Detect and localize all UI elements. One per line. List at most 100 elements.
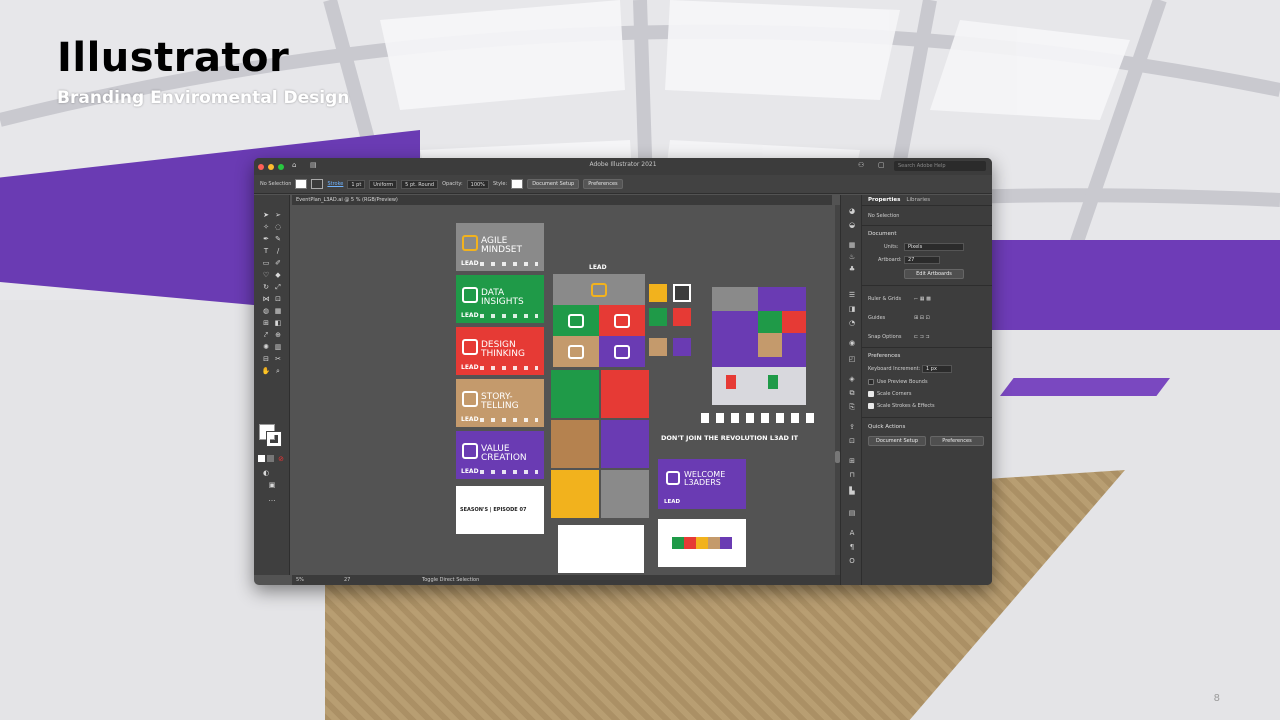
artboards-panel-icon[interactable]: ⧉ <box>847 389 857 397</box>
scale-corners-checkbox[interactable] <box>868 391 874 397</box>
pattern-purple[interactable] <box>601 420 649 468</box>
type-tool-icon[interactable]: T <box>261 247 271 255</box>
character-panel-icon[interactable]: A <box>847 529 857 537</box>
icon-square-agile[interactable] <box>649 284 667 302</box>
variable-width-profile[interactable]: Uniform <box>369 179 398 189</box>
scale-tool-icon[interactable]: ⤢ <box>273 283 283 291</box>
pathfinder-panel-icon[interactable]: ⊓ <box>847 471 857 479</box>
color-panel-icon[interactable]: ◕ <box>847 207 857 215</box>
pen-tool-icon[interactable]: ✒ <box>261 235 271 243</box>
opacity-field[interactable]: 100% <box>466 179 489 189</box>
gradient-panel-icon[interactable]: ◨ <box>847 305 857 313</box>
transform-panel-icon[interactable]: ⊡ <box>847 437 857 445</box>
stroke-weight-field[interactable]: 1 pt <box>347 179 366 189</box>
symbols-panel-icon[interactable]: ♣ <box>847 265 857 273</box>
tile-design[interactable] <box>599 305 645 336</box>
artboard-wall-mockup[interactable] <box>712 287 806 357</box>
tab-libraries[interactable]: Libraries <box>906 197 930 203</box>
graph-tool-icon[interactable]: ▥ <box>273 343 283 351</box>
icon-square-story[interactable] <box>649 338 667 356</box>
paintbrush-tool-icon[interactable]: ✐ <box>273 259 283 267</box>
rulers-toggle-icon[interactable]: ⌐ ▦ ▩ <box>914 296 931 302</box>
artboard-storytelling[interactable]: STORY- TELLING LEAD <box>456 379 544 427</box>
stroke-panel-icon[interactable]: ☰ <box>847 291 857 299</box>
line-tool-icon[interactable]: / <box>273 247 283 255</box>
icon-square-design[interactable] <box>673 308 691 326</box>
stroke-link[interactable]: Stroke <box>327 181 343 187</box>
graphs-panel-icon[interactable]: ▤ <box>847 509 857 517</box>
tile-story[interactable] <box>553 336 599 367</box>
scale-strokes-checkbox[interactable] <box>868 403 874 409</box>
graphic-styles-icon[interactable]: ◰ <box>847 355 857 363</box>
asset-export-icon[interactable]: ⇪ <box>847 423 857 431</box>
tile-agile[interactable] <box>553 274 645 305</box>
pattern-brown[interactable] <box>551 420 599 468</box>
quick-document-setup-button[interactable]: Document Setup <box>868 436 926 446</box>
canvas[interactable]: AGILE MINDSET LEAD DATA INSIGHTS LEAD DE… <box>291 205 834 575</box>
edit-artboards-button[interactable]: Edit Artboards <box>904 269 964 279</box>
artboard-select[interactable]: 27 <box>904 256 940 264</box>
color-mode-icon[interactable] <box>258 455 265 462</box>
guides-toggle-icon[interactable]: ⊞ ⊟ ⊡ <box>914 315 930 321</box>
hand-tool-icon[interactable]: ✋ <box>261 367 271 375</box>
artboard-data-insights[interactable]: DATA INSIGHTS LEAD <box>456 275 544 323</box>
icon-square-value[interactable] <box>673 338 691 356</box>
units-select[interactable]: Pixels <box>904 243 964 251</box>
none-mode-icon[interactable]: ⊘ <box>276 455 286 463</box>
layers-panel-icon[interactable]: ◈ <box>847 375 857 383</box>
document-tab[interactable]: EventPlan_L3AD.ai @ 5 % (RGB/Preview) <box>296 197 398 203</box>
paragraph-panel-icon[interactable]: ¶ <box>847 543 857 551</box>
gradient-tool-icon[interactable]: ◧ <box>273 319 283 327</box>
stroke-color-box[interactable] <box>266 431 282 447</box>
quick-preferences-button[interactable]: Preferences <box>930 436 984 446</box>
swatches-panel-icon[interactable]: ▦ <box>847 241 857 249</box>
align-panel-icon[interactable]: ⊞ <box>847 457 857 465</box>
snap-toggle-icon[interactable]: ⊏ ⊐ ⊐ <box>914 334 930 340</box>
artboard-design-thinking[interactable]: DESIGN THINKING LEAD <box>456 327 544 375</box>
pattern-grey[interactable] <box>601 470 649 518</box>
graphic-style-swatch[interactable] <box>511 179 524 189</box>
eraser-tool-icon[interactable]: ◆ <box>273 271 283 279</box>
pattern-red[interactable] <box>601 370 649 418</box>
icon-square-frame[interactable] <box>673 284 691 302</box>
eyedropper-tool-icon[interactable]: ⤤ <box>261 331 271 339</box>
icon-square-data[interactable] <box>649 308 667 326</box>
blend-tool-icon[interactable]: ⊕ <box>273 331 283 339</box>
use-preview-bounds-checkbox[interactable] <box>868 379 874 385</box>
document-setup-button[interactable]: Document Setup <box>527 179 580 189</box>
lasso-tool-icon[interactable]: ◌ <box>273 223 283 231</box>
edit-toolbar-icon[interactable]: … <box>267 495 277 503</box>
slice-tool-icon[interactable]: ✂ <box>273 355 283 363</box>
artboard-agile-mindset[interactable]: AGILE MINDSET LEAD <box>456 223 544 271</box>
artboard-welcome[interactable]: WELCOME L3ADERS LEAD <box>658 459 746 509</box>
tab-properties[interactable]: Properties <box>868 197 900 203</box>
share-icon[interactable]: ⚇ <box>858 161 864 169</box>
curvature-tool-icon[interactable]: ✎ <box>273 235 283 243</box>
draw-mode-icon[interactable]: ◐ <box>261 469 271 477</box>
rectangle-tool-icon[interactable]: ▭ <box>261 259 271 267</box>
artboard-room-render[interactable] <box>712 357 806 405</box>
pattern-yellow[interactable] <box>551 470 599 518</box>
artboard-white-layout[interactable] <box>558 525 644 573</box>
perspective-grid-tool-icon[interactable]: ▦ <box>273 307 283 315</box>
artboard-color-swatches[interactable] <box>658 519 746 567</box>
keyboard-increment-field[interactable]: 1 px <box>922 365 952 373</box>
artboard-navigator[interactable]: 27 <box>344 575 350 585</box>
links-panel-icon[interactable]: ⎘ <box>847 403 857 411</box>
appearance-panel-icon[interactable]: ◉ <box>847 339 857 347</box>
rotate-tool-icon[interactable]: ↻ <box>261 283 271 291</box>
pattern-green[interactable] <box>551 370 599 418</box>
zoom-level[interactable]: 5% <box>296 575 304 585</box>
brushes-panel-icon[interactable]: ♨ <box>847 253 857 261</box>
zoom-tool-icon[interactable]: ⌕ <box>273 367 283 375</box>
opentype-panel-icon[interactable]: O <box>847 557 857 565</box>
brush-definition[interactable]: 5 pt. Round <box>401 179 439 189</box>
transparency-panel-icon[interactable]: ◔ <box>847 319 857 327</box>
color-guide-icon[interactable]: ◒ <box>847 221 857 229</box>
preferences-button[interactable]: Preferences <box>583 179 623 189</box>
screen-mode-icon[interactable]: ▣ <box>267 481 277 489</box>
artboard-value-creation[interactable]: VALUE CREATION LEAD <box>456 431 544 479</box>
selection-tool-icon[interactable]: ➤ <box>261 211 271 219</box>
status-tool-label[interactable]: Toggle Direct Selection <box>422 575 479 585</box>
width-tool-icon[interactable]: ⋈ <box>261 295 271 303</box>
